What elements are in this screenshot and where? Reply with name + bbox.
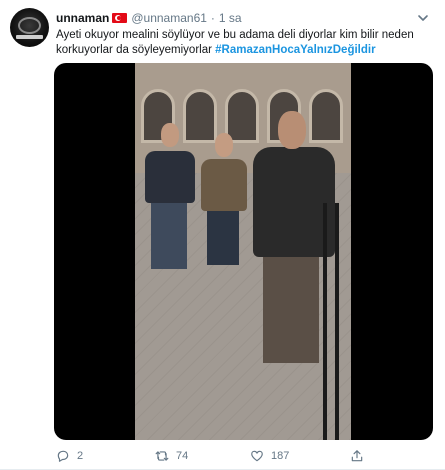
reply-icon [57, 450, 69, 462]
person-figure [201, 159, 247, 211]
person-figure [151, 201, 187, 269]
person-figure [161, 123, 179, 147]
video-thumbnail[interactable] [135, 63, 351, 440]
person-figure [278, 111, 306, 149]
user-handle[interactable]: @unnaman61 [131, 11, 207, 25]
building-arch [309, 89, 343, 143]
like-button[interactable]: 187 [250, 447, 289, 465]
retweet-button[interactable]: 74 [155, 447, 188, 465]
tweet-card[interactable]: unnaman @unnaman61 · 1 sa Ayeti okuyor m… [0, 0, 445, 470]
retweet-icon [155, 451, 169, 461]
avatar-emblem [18, 17, 41, 34]
tweet-header: unnaman @unnaman61 · 1 sa [56, 10, 242, 26]
avatar-banner [16, 35, 43, 39]
tweet-text: Ayeti okuyor mealini söylüyor ve bu adam… [56, 28, 426, 58]
tweet-timestamp[interactable]: 1 sa [219, 11, 242, 25]
hashtag-link[interactable]: #RamazanHocaYalnızDeğildir [215, 44, 375, 56]
person-figure [207, 209, 239, 265]
turkey-flag-icon [112, 13, 128, 23]
person-figure [263, 253, 319, 363]
share-button[interactable] [350, 447, 371, 465]
reply-count: 2 [77, 450, 84, 462]
video-player[interactable] [54, 63, 433, 440]
separator-dot: · [210, 11, 215, 25]
share-icon [351, 450, 363, 462]
chevron-down-icon[interactable] [417, 12, 429, 24]
display-name[interactable]: unnaman [56, 11, 109, 25]
person-figure [215, 133, 233, 157]
tweet-actions: 2 74 187 [56, 447, 436, 465]
avatar[interactable] [10, 8, 49, 47]
building-arch [183, 89, 217, 143]
reply-button[interactable]: 2 [56, 447, 83, 465]
heart-icon [251, 450, 263, 462]
retweet-count: 74 [176, 450, 189, 462]
gate-railing [323, 203, 351, 440]
person-figure [145, 151, 195, 203]
like-count: 187 [271, 450, 290, 462]
